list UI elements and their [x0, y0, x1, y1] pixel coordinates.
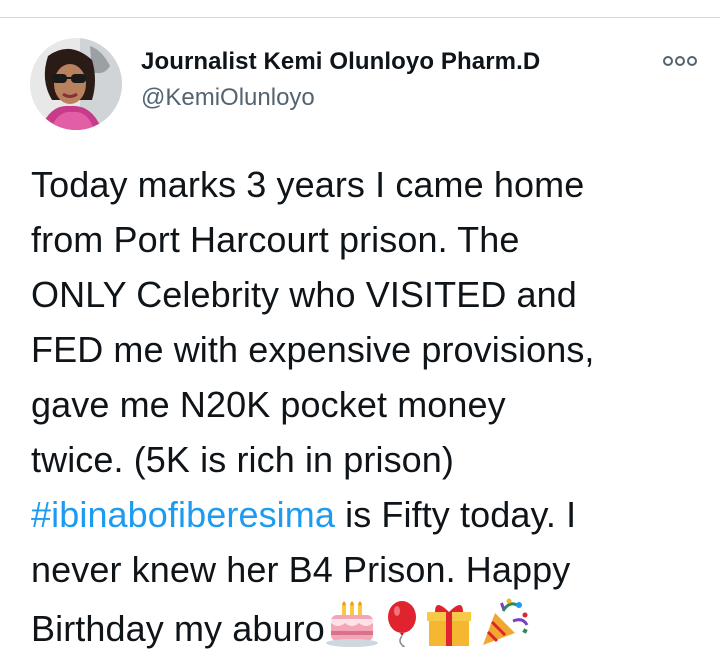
tweet-line: #ibinabofiberesima is Fifty today. I [31, 487, 701, 542]
tweet-line-text: Birthday my aburo [31, 608, 325, 649]
birthday-cake-icon [325, 601, 379, 662]
tweet-line-text: is Fifty today. I [335, 494, 577, 535]
author-handle[interactable]: @KemiOlunloyo [141, 83, 540, 113]
tweet-line: never knew her B4 Prison. Happy [31, 549, 571, 590]
tweet-header: Journalist Kemi Olunloyo Pharm.D @KemiOl… [30, 38, 700, 130]
balloon-icon [385, 601, 419, 662]
tweet-line: Birthday my aburo [31, 597, 701, 652]
top-divider [0, 17, 720, 18]
hashtag-link[interactable]: #ibinabofiberesima [31, 494, 335, 535]
more-options-button[interactable] [660, 48, 700, 74]
wrapped-gift-icon [425, 601, 473, 662]
tweet-line: FED me with expensive provisions, [31, 329, 595, 370]
tweet-line: twice. (5K is rich in prison) [31, 439, 455, 480]
party-popper-icon [479, 597, 531, 662]
avatar-photo-icon [30, 38, 122, 130]
tweet-line: from Port Harcourt prison. The [31, 219, 520, 260]
tweet-text: Today marks 3 years I came home from Por… [31, 157, 701, 652]
tweet-line: gave me N20K pocket money [31, 384, 506, 425]
tweet-line: ONLY Celebrity who VISITED and [31, 274, 577, 315]
avatar[interactable] [30, 38, 122, 130]
more-horizontal-icon [663, 56, 697, 66]
tweet-line: Today marks 3 years I came home [31, 164, 585, 205]
author-display-name[interactable]: Journalist Kemi Olunloyo Pharm.D [141, 47, 540, 77]
